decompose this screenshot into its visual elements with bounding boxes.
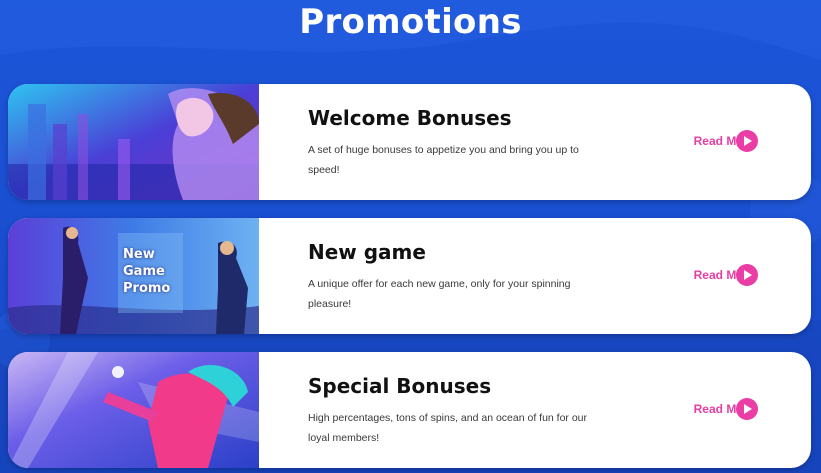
promo-image-new-game: New Game Promo [8,218,259,334]
promo-image-special [8,352,259,468]
play-icon[interactable] [736,130,758,152]
promo-title: Special Bonuses [308,374,492,398]
promo-card-special: Special Bonuses High percentages, tons o… [8,352,811,468]
play-icon[interactable] [736,398,758,420]
promo-card-welcome: Welcome Bonuses A set of huge bonuses to… [8,84,811,200]
play-icon[interactable] [736,264,758,286]
promo-description: High percentages, tons of spins, and an … [308,412,588,444]
promo-image-welcome [8,84,259,200]
promo-description: A set of huge bonuses to appetize you an… [308,144,579,176]
promo-title: New game [308,240,426,264]
promo-card-new-game: New Game Promo New game A unique offer f… [8,218,811,334]
new-game-promo-label: New Game Promo [123,247,171,296]
promo-description: A unique offer for each new game, only f… [308,278,571,310]
promo-title: Welcome Bonuses [308,106,512,130]
page-title: Promotions [299,2,522,42]
